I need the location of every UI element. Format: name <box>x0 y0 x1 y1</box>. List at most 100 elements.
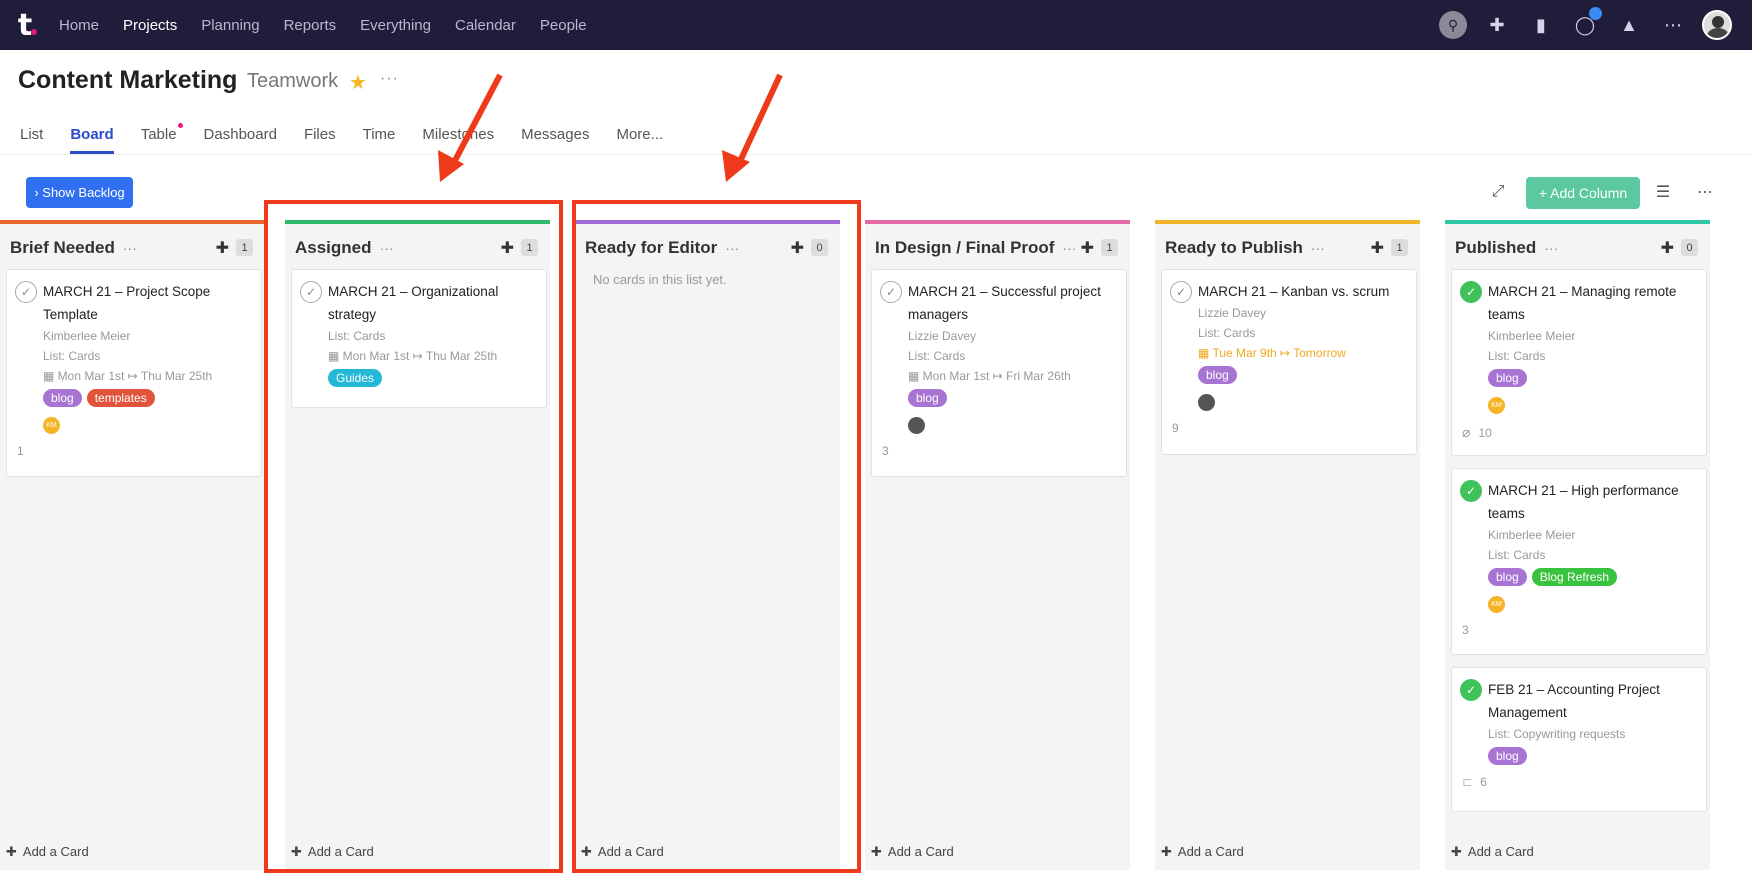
board-options-icon[interactable]: ⋯ <box>1694 182 1716 202</box>
card-tags: blog <box>1198 366 1406 384</box>
column-title[interactable]: In Design / Final Proof <box>875 238 1054 258</box>
assignee-avatar[interactable]: KM <box>1488 397 1505 414</box>
task-card[interactable]: ✓ MARCH 21 – High performance teams Kimber… <box>1451 468 1707 655</box>
comment-count[interactable]: 3 <box>882 444 889 458</box>
filter-icon[interactable]: ☰ <box>1652 182 1674 202</box>
add-card-button[interactable]: ✚ Add a Card <box>871 844 954 860</box>
card-title[interactable]: MARCH 21 – Project Scope Template <box>43 280 251 326</box>
tag-badge[interactable]: blog <box>1198 366 1237 384</box>
arrow-annotation-1 <box>438 73 503 182</box>
tag-badge[interactable]: templates <box>86 389 155 407</box>
task-card[interactable]: ✓ MARCH 21 – Project Scope Template Kimber… <box>6 269 262 477</box>
show-backlog-button[interactable]: › Show Backlog <box>26 177 133 208</box>
add-card-icon[interactable]: ✚ <box>1661 238 1674 258</box>
card-list-name: List: Cards <box>1198 326 1256 340</box>
column-options-icon[interactable]: ··· <box>123 240 137 256</box>
chat-icon[interactable]: ◯ <box>1568 7 1602 42</box>
tag-badge[interactable]: blog <box>908 389 947 407</box>
tab-board[interactable]: Board <box>70 126 115 154</box>
comment-count[interactable]: 6 <box>1480 775 1487 789</box>
task-card[interactable]: ✓ MARCH 21 – Managing remote teams Kimberl… <box>1451 269 1707 456</box>
column-header: Published ··· ✚ 0 <box>1455 236 1700 260</box>
tab-messages[interactable]: Messages <box>521 126 589 154</box>
project-options-button[interactable]: ··· <box>380 70 399 88</box>
card-assignee: Kimberlee Meier <box>1488 528 1576 542</box>
column-title[interactable]: Published <box>1455 238 1536 258</box>
column-options-icon[interactable]: ··· <box>1311 240 1325 256</box>
card-title[interactable]: MARCH 21 – Successful project managers <box>908 280 1116 326</box>
tab-files[interactable]: Files <box>304 126 336 154</box>
add-card-button[interactable]: ✚ Add a Card <box>1451 844 1534 860</box>
task-card[interactable]: ✓ MARCH 21 – Successful project managers L… <box>871 269 1127 477</box>
plus-icon: ✚ <box>871 844 882 859</box>
tag-badge[interactable]: blog <box>43 389 82 407</box>
card-title[interactable]: MARCH 21 – High performance teams <box>1488 479 1696 525</box>
tag-badge[interactable]: blog <box>1488 568 1527 586</box>
search-icon[interactable]: ⚲ <box>1436 8 1470 42</box>
add-card-icon[interactable]: ✚ <box>1371 238 1384 258</box>
complete-checkbox[interactable]: ✓ <box>15 281 37 303</box>
card-tags: blog <box>908 389 1116 407</box>
column-options-icon[interactable]: ··· <box>1544 240 1558 256</box>
tag-badge[interactable]: Blog Refresh <box>1531 568 1618 586</box>
tab-list[interactable]: List <box>20 126 43 154</box>
card-tags: blog Blog Refresh <box>1488 568 1696 586</box>
complete-checkbox[interactable]: ✓ <box>1460 281 1482 303</box>
assignee-avatar[interactable]: KM <box>43 417 60 434</box>
card-dates: ▦ Mon Mar 1st ↦ Fri Mar 26th <box>908 366 1116 386</box>
column-title[interactable]: Ready to Publish <box>1165 238 1303 258</box>
nav-projects[interactable]: Projects <box>123 17 177 34</box>
apps-icon[interactable]: ⋯ <box>1656 8 1690 42</box>
tab-table[interactable]: Table <box>141 123 183 154</box>
comment-count[interactable]: 9 <box>1172 421 1179 435</box>
add-card-button[interactable]: ✚ Add a Card <box>6 844 89 860</box>
tab-more[interactable]: More... <box>616 126 663 154</box>
board-column: In Design / Final Proof ··· ✚ 1 ✓ MARCH 21 – … <box>865 220 1130 870</box>
add-column-button[interactable]: + Add Column <box>1526 177 1640 209</box>
column-title[interactable]: Brief Needed <box>10 238 115 258</box>
tab-time[interactable]: Time <box>363 126 396 154</box>
card-title[interactable]: MARCH 21 – Kanban vs. scrum <box>1198 280 1406 303</box>
card-list-name: List: Copywriting requests <box>1488 727 1626 741</box>
task-card[interactable]: ✓ MARCH 21 – Kanban vs. scrum Lizzie Davey… <box>1161 269 1417 455</box>
comment-count[interactable]: 3 <box>1462 623 1469 637</box>
task-card[interactable]: ✓ FEB 21 – Accounting Project Management L… <box>1451 667 1707 812</box>
assignee-avatar[interactable]: KM <box>1488 596 1505 613</box>
complete-checkbox[interactable]: ✓ <box>1460 679 1482 701</box>
bell-icon[interactable]: ▲ <box>1612 8 1646 42</box>
tag-badge[interactable]: blog <box>1488 747 1527 765</box>
paperclip-icon[interactable]: ⌀ <box>1462 424 1470 441</box>
add-card-button[interactable]: ✚ Add a Card <box>1161 844 1244 860</box>
folder-icon[interactable]: ▮ <box>1524 8 1558 42</box>
teamwork-logo[interactable]: t <box>0 0 50 50</box>
nav-menu: Home Projects Planning Reports Everythin… <box>59 17 611 34</box>
top-nav: t Home Projects Planning Reports Everyth… <box>0 0 1752 50</box>
add-card-icon[interactable]: ✚ <box>216 238 229 258</box>
complete-checkbox[interactable]: ✓ <box>880 281 902 303</box>
nav-planning[interactable]: Planning <box>201 17 259 34</box>
plus-icon[interactable]: ✚ <box>1480 8 1514 42</box>
fullscreen-icon[interactable]: ⤢ <box>1488 182 1508 202</box>
subtask-icon[interactable]: ⊏ <box>1462 775 1472 789</box>
company-name[interactable]: Teamwork <box>247 70 338 93</box>
card-title[interactable]: FEB 21 – Accounting Project Management <box>1488 678 1696 724</box>
tag-badge[interactable]: blog <box>1488 369 1527 387</box>
card-title[interactable]: MARCH 21 – Managing remote teams <box>1488 280 1696 326</box>
column-options-icon[interactable]: ··· <box>1062 240 1076 256</box>
plus-icon: ✚ <box>6 844 17 859</box>
nav-reports[interactable]: Reports <box>284 17 337 34</box>
nav-calendar[interactable]: Calendar <box>455 17 516 34</box>
comment-count[interactable]: 1 <box>17 444 24 458</box>
complete-checkbox[interactable]: ✓ <box>1460 480 1482 502</box>
nav-people[interactable]: People <box>540 17 587 34</box>
complete-checkbox[interactable]: ✓ <box>1170 281 1192 303</box>
star-icon[interactable]: ★ <box>349 70 367 95</box>
nav-home[interactable]: Home <box>59 17 99 34</box>
assignee-avatar[interactable] <box>1198 394 1215 411</box>
card-assignee: Lizzie Davey <box>908 329 977 343</box>
tab-dashboard[interactable]: Dashboard <box>204 126 277 154</box>
assignee-avatar[interactable] <box>908 417 925 434</box>
nav-everything[interactable]: Everything <box>360 17 431 34</box>
user-avatar[interactable] <box>1700 8 1734 42</box>
add-card-icon[interactable]: ✚ <box>1081 238 1094 258</box>
